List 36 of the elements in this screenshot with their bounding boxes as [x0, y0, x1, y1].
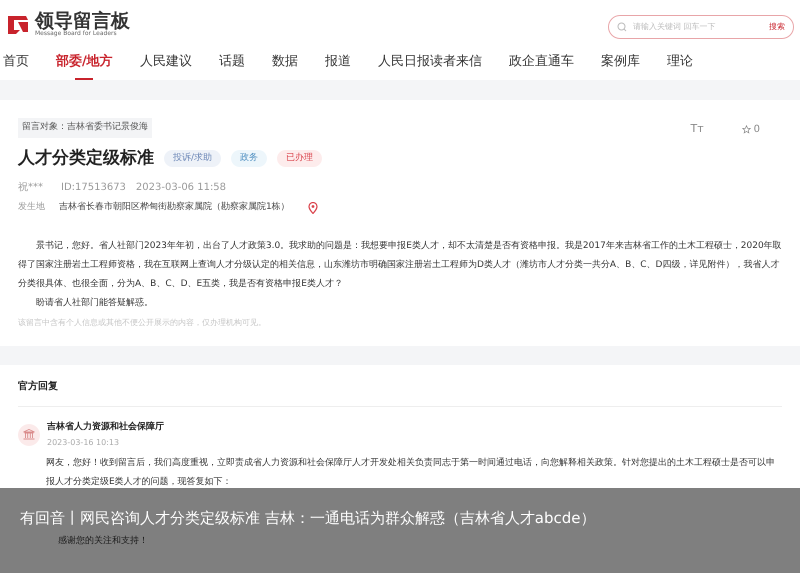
- search-icon: [617, 22, 627, 32]
- message-id: ID:17513673: [61, 181, 126, 195]
- location-pin-icon: [308, 202, 318, 214]
- reply-time: 2023-03-16 10:13: [47, 436, 120, 448]
- department-name: 吉林省人力资源和社会保障厅: [47, 421, 164, 434]
- nav-tab[interactable]: 话题: [218, 48, 245, 76]
- location-label: 发生地: [18, 201, 45, 214]
- search-button[interactable]: 搜索: [769, 21, 785, 33]
- message-tag: 投诉/求助: [164, 150, 222, 167]
- message-paragraph: 盼请省人社部门能答疑解惑。: [35, 296, 154, 310]
- nav-tab[interactable]: 政企直通车: [508, 48, 574, 76]
- star-icon: [742, 124, 751, 134]
- message-tag: 政务: [231, 150, 268, 167]
- reply-paragraph: 网友，您好！收到留言后，我们高度重视，立即责成省人力资源和社会保障厅人才开发处相关负责同志于第一时间通过电话，向您解释相关政策。针对您提出的土木工程硕士是否可以申报人才分类定级E类人才的问题，现答复如下：: [46, 456, 776, 488]
- nav-tab[interactable]: 人民日报读者来信: [378, 48, 482, 76]
- message-target: 留言对象：吉林省委书记景俊海: [18, 118, 152, 138]
- favorite-button[interactable]: 0: [742, 122, 760, 137]
- logo-title: 领导留言板: [35, 11, 130, 31]
- privacy-note: 该留言中含有个人信息或其他不便公开展示的内容，仅办理机构可见。: [18, 316, 267, 328]
- nav-tab[interactable]: 首页: [3, 48, 29, 76]
- location-text: 吉林省长春市朝阳区桦甸街勘察家属院（勘察家属院1栋）: [59, 201, 290, 214]
- nav-tab[interactable]: 报道: [324, 48, 351, 76]
- message-tag: 已办理: [277, 150, 322, 167]
- reply-paragraph: 感谢您的关注和支持！: [57, 534, 149, 548]
- caption-text: 有回音丨网民咨询人才分类定级标准 吉林：一通电话为群众解惑（吉林省人才abcde）: [20, 508, 596, 529]
- reply-heading: 官方回复: [18, 379, 59, 394]
- author-name: 祝***: [18, 180, 43, 195]
- nav-tab[interactable]: 人民建议: [140, 48, 192, 76]
- nav-tab[interactable]: 数据: [272, 48, 298, 76]
- nav-tab[interactable]: 案例库: [600, 48, 640, 76]
- building-icon: [23, 429, 35, 440]
- font-size-button[interactable]: Tт: [690, 121, 704, 138]
- nav-tab[interactable]: 理论: [666, 48, 693, 76]
- message-title: 人才分类定级标准: [18, 146, 154, 170]
- message-time: 2023-03-06 11:58: [136, 181, 226, 195]
- message-paragraph: 景书记，您好。省人社部门2023年年初，出台了人才政策3.0。我求助的问题是：我想要申报E类人才，却不太清楚是否有资格申报。我是2017年来吉林省工作的土木工程硕士，2020年取得了国家注册岩土工程师资格，我在互联网上查询人才分级认定的相关信息，山东潍坊市明确国家注册岩土工程师为D类人才（潍坊市人才分类一共分A、B、C、D四级，详见附件），我省人才分类很具体、也很全面，分为A、B、C、D、E五类，我是否有资格申报E类人才？: [18, 240, 782, 290]
